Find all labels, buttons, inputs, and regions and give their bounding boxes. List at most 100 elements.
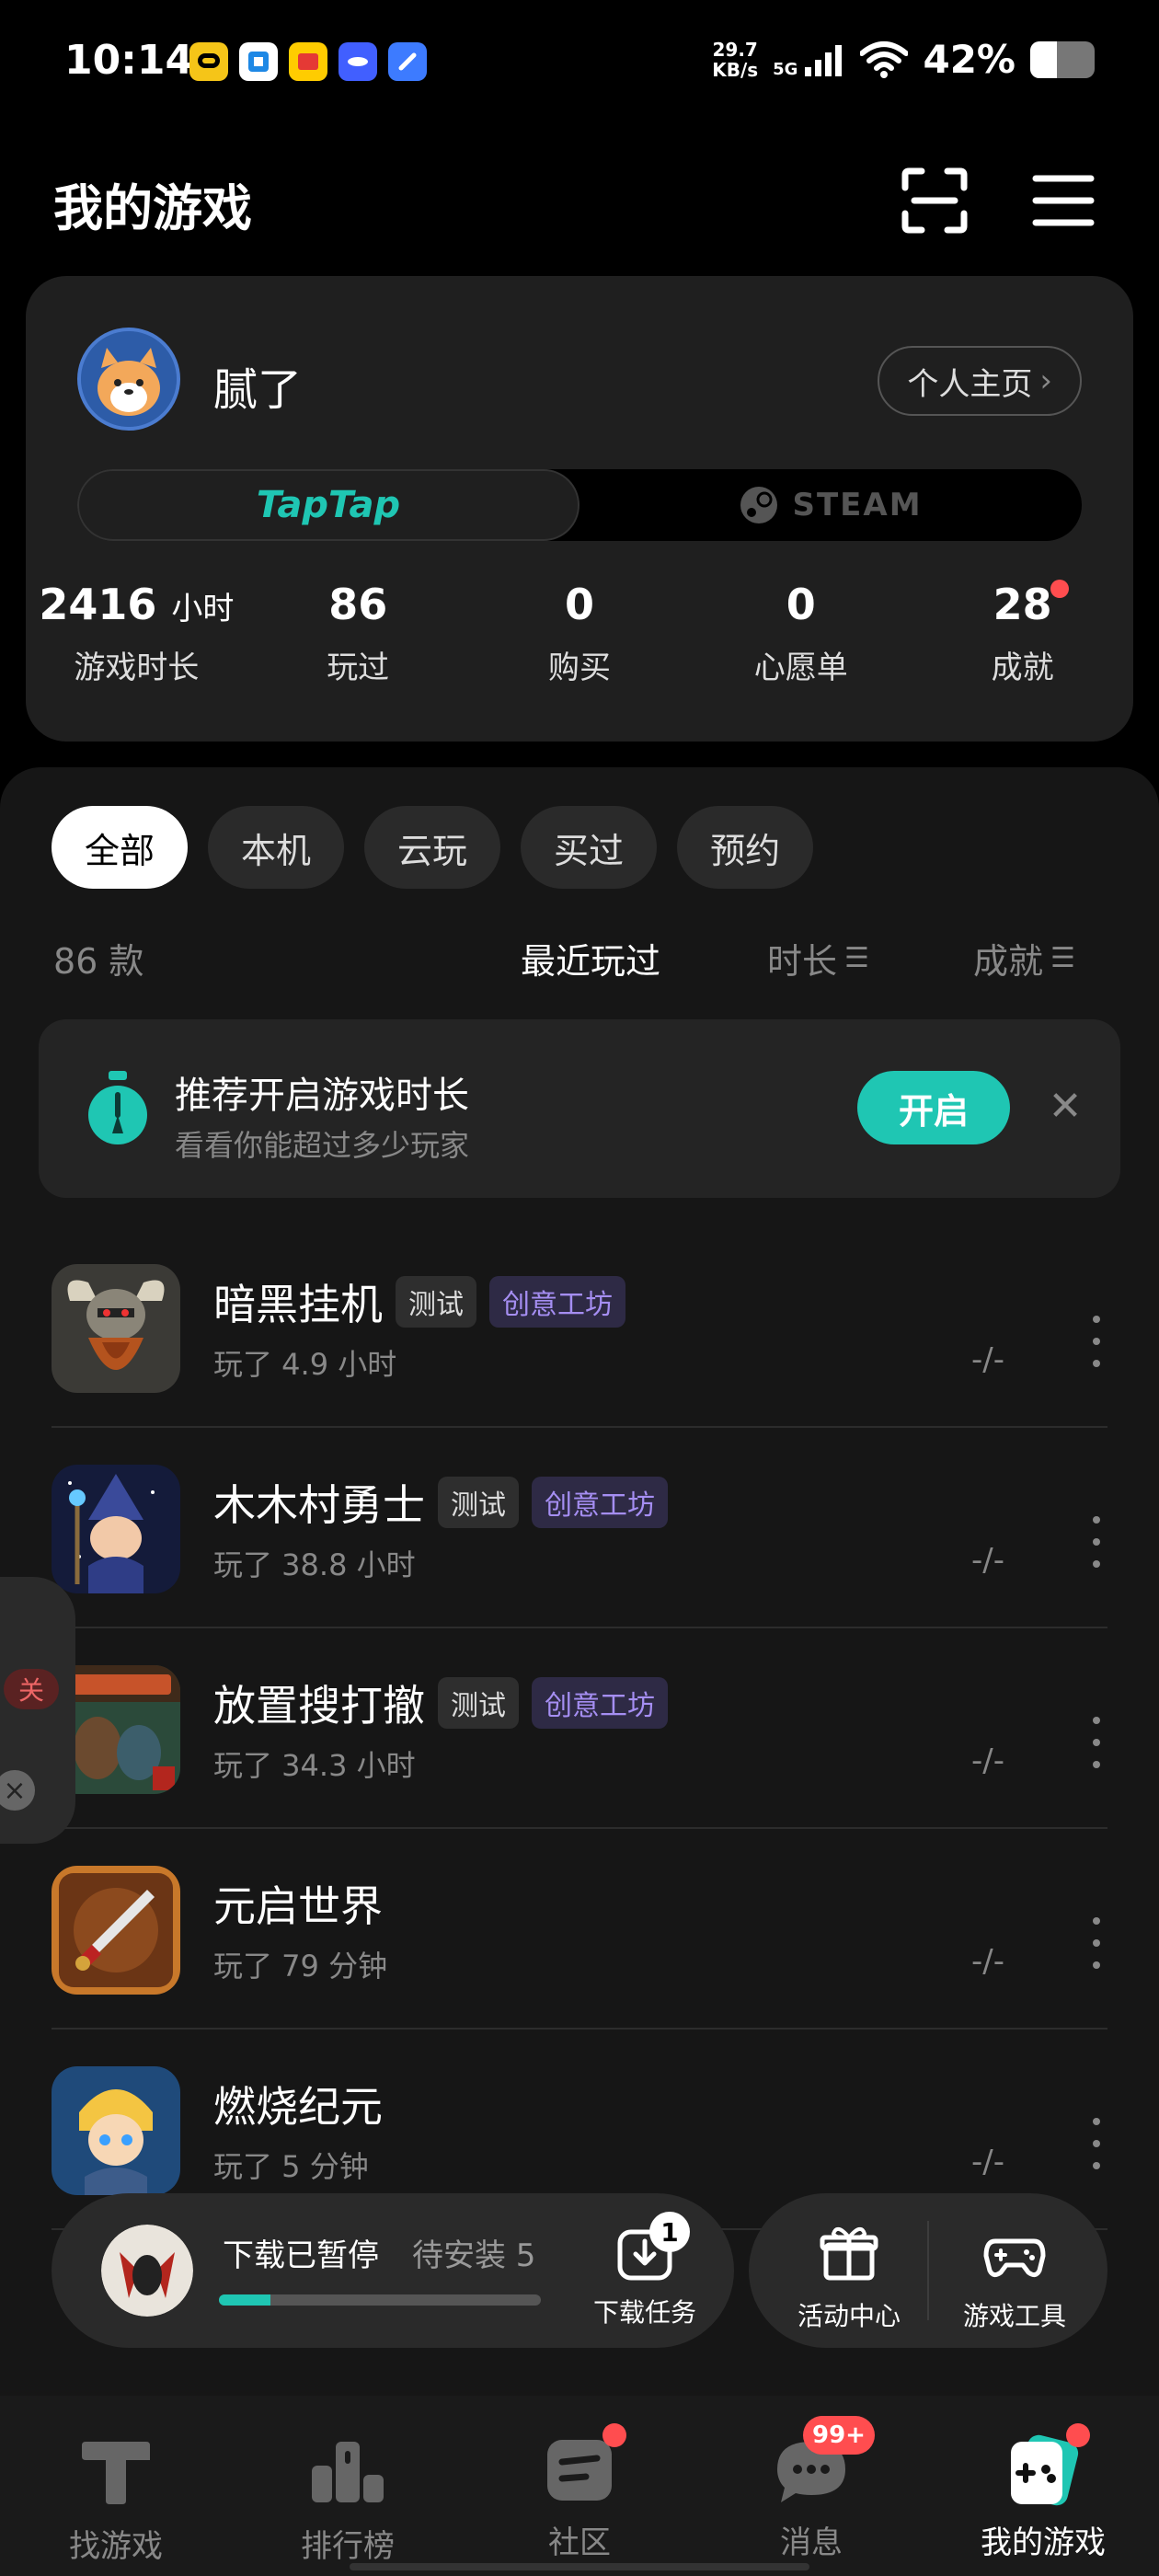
more-options-icon[interactable] (1085, 1305, 1107, 1378)
battery-percent: 42% (923, 37, 1016, 82)
download-status: 下载已暂停 (223, 2237, 379, 2274)
download-bar[interactable]: 下载已暂停 待安装 5 1 下载任务 (52, 2193, 734, 2348)
status-time: 10:14 (64, 37, 194, 84)
game-title: 元启世界 (213, 1881, 383, 1931)
stopwatch-icon (88, 1071, 147, 1144)
game-achievement: -/- (971, 1742, 1004, 1779)
game-playtime: 玩了 38.8 小时 (213, 1547, 416, 1582)
profile-card: 腻了 个人主页 › TapTap STEAM 2416 小时 游戏时长 86 玩… (26, 276, 1133, 742)
enable-playtime-button[interactable]: 开启 (857, 1071, 1010, 1144)
game-title: 燃烧纪元 (213, 2082, 383, 2132)
nav-leaderboard[interactable]: 排行榜 (232, 2396, 464, 2576)
unread-badge: 99+ (803, 2416, 875, 2455)
cellular-signal-icon: 5G (773, 41, 845, 78)
stat-playtime[interactable]: 2416 小时 游戏时长 (26, 580, 247, 708)
platform-steam-tab[interactable]: STEAM (580, 469, 1082, 541)
bottom-navigation: 找游戏 排行榜 社区 99+ 消息 我的游戏 (0, 2396, 1159, 2576)
nav-messages[interactable]: 99+ 消息 (695, 2396, 927, 2576)
nav-community[interactable]: 社区 (464, 2396, 695, 2576)
more-options-icon[interactable] (1085, 1706, 1107, 1779)
battery-icon (1030, 40, 1095, 78)
gamepad-icon (1002, 2423, 1090, 2512)
game-row[interactable]: 元启世界 玩了 79 分钟 -/- (0, 1829, 1159, 2030)
tag-workshop: 创意工坊 (532, 1677, 668, 1729)
download-game-thumbnail (101, 2225, 193, 2317)
gift-icon (820, 2226, 878, 2281)
status-right: 29.7 KB/s 5G 42% (712, 37, 1095, 82)
username: 腻了 (213, 364, 303, 416)
game-row[interactable]: 木木村勇士 测试 创意工坊 玩了 38.8 小时 -/- (0, 1428, 1159, 1628)
download-icon: 1 (613, 2212, 690, 2285)
game-tools-button[interactable]: 游戏工具 (936, 2221, 1093, 2333)
homepage-button[interactable]: 个人主页 › (878, 346, 1082, 416)
game-row[interactable]: 放置搜打撤 测试 创意工坊 玩了 34.3 小时 -/- (0, 1628, 1159, 1829)
more-options-icon[interactable] (1085, 2107, 1107, 2180)
app-notification-icon (388, 42, 427, 81)
sort-achievement[interactable]: 成就 ☰ (973, 933, 1075, 983)
game-playtime: 玩了 5 分钟 (213, 2149, 369, 2184)
nav-find-games[interactable]: 找游戏 (0, 2396, 232, 2576)
game-title: 木木村勇士 (213, 1480, 425, 1530)
activity-center-button[interactable]: 活动中心 (771, 2221, 927, 2333)
game-playtime: 玩了 34.3 小时 (213, 1748, 416, 1783)
tag-test: 测试 (438, 1677, 519, 1729)
floating-side-widget[interactable]: 关 × (0, 1577, 75, 1844)
game-icon (52, 1866, 180, 1995)
steam-logo-icon (740, 487, 778, 523)
game-icon (52, 1465, 180, 1593)
game-title: 暗黑挂机 (213, 1280, 383, 1329)
filter-reserved[interactable]: 预约 (677, 806, 814, 889)
menu-icon[interactable] (1028, 166, 1098, 236)
recommend-title: 推荐开启游戏时长 (175, 1075, 469, 1117)
stat-purchased[interactable]: 0 购买 (469, 580, 691, 708)
filter-chips: 全部 本机 云玩 买过 预约 (52, 806, 814, 889)
playtime-recommend-banner: 推荐开启游戏时长 看看你能超过多少玩家 开启 ✕ (39, 1019, 1120, 1198)
chevron-right-icon: › (1039, 362, 1052, 399)
notification-dot (602, 2423, 626, 2447)
stat-achievements[interactable]: 28 成就 (912, 580, 1133, 708)
sort-icon: ☰ (844, 942, 869, 974)
close-icon[interactable]: × (0, 1770, 35, 1811)
stat-played[interactable]: 86 玩过 (247, 580, 469, 708)
sort-icon: ☰ (1050, 942, 1075, 974)
more-options-icon[interactable] (1085, 1505, 1107, 1579)
app-notification-icon (289, 42, 327, 81)
leaderboard-icon (312, 2442, 384, 2502)
filter-purchased[interactable]: 买过 (521, 806, 658, 889)
game-list: 暗黑挂机 测试 创意工坊 玩了 4.9 小时 -/- 木木村勇士 测试 创意工坊… (0, 1227, 1159, 2230)
sort-recent[interactable]: 最近玩过 (521, 933, 660, 983)
game-row[interactable]: 暗黑挂机 测试 创意工坊 玩了 4.9 小时 -/- (0, 1227, 1159, 1428)
close-icon[interactable]: ✕ (1038, 1078, 1093, 1133)
home-indicator (350, 2563, 809, 2570)
sort-duration[interactable]: 时长 ☰ (767, 933, 869, 983)
game-achievement: -/- (971, 2144, 1004, 2180)
download-task-button[interactable]: 1 下载任务 (576, 2212, 714, 2329)
avatar[interactable] (77, 328, 180, 431)
download-pending: 待安装 5 (412, 2237, 536, 2274)
platform-taptap-tab[interactable]: TapTap (77, 469, 580, 541)
more-options-icon[interactable] (1085, 1906, 1107, 1980)
tag-test: 测试 (438, 1477, 519, 1528)
nav-my-games[interactable]: 我的游戏 (927, 2396, 1159, 2576)
status-bar: 10:14 29.7 KB/s 5G 42% (0, 0, 1159, 129)
filter-cloud[interactable]: 云玩 (364, 806, 501, 889)
tag-test: 测试 (396, 1276, 476, 1328)
tools-bar: 活动中心 游戏工具 (749, 2193, 1107, 2348)
app-notification-icon (239, 42, 278, 81)
message-icon: 99+ (770, 2416, 875, 2512)
game-count: 86 款 (53, 941, 144, 982)
page-title: 我的游戏 (53, 179, 252, 237)
tag-workshop: 创意工坊 (489, 1276, 625, 1328)
scan-icon[interactable] (900, 166, 970, 236)
stat-wishlist[interactable]: 0 心愿单 (690, 580, 912, 708)
filter-all[interactable]: 全部 (52, 806, 189, 889)
network-speed: 29.7 KB/s (712, 38, 759, 81)
side-widget-label[interactable]: 关 (4, 1669, 59, 1709)
platform-toggle: TapTap STEAM (77, 469, 1082, 541)
tag-workshop: 创意工坊 (532, 1477, 668, 1528)
game-achievement: -/- (971, 1542, 1004, 1579)
game-achievement: -/- (971, 1943, 1004, 1980)
game-playtime: 玩了 79 分钟 (213, 1949, 388, 1984)
filter-local[interactable]: 本机 (208, 806, 345, 889)
game-icon (52, 1264, 180, 1393)
